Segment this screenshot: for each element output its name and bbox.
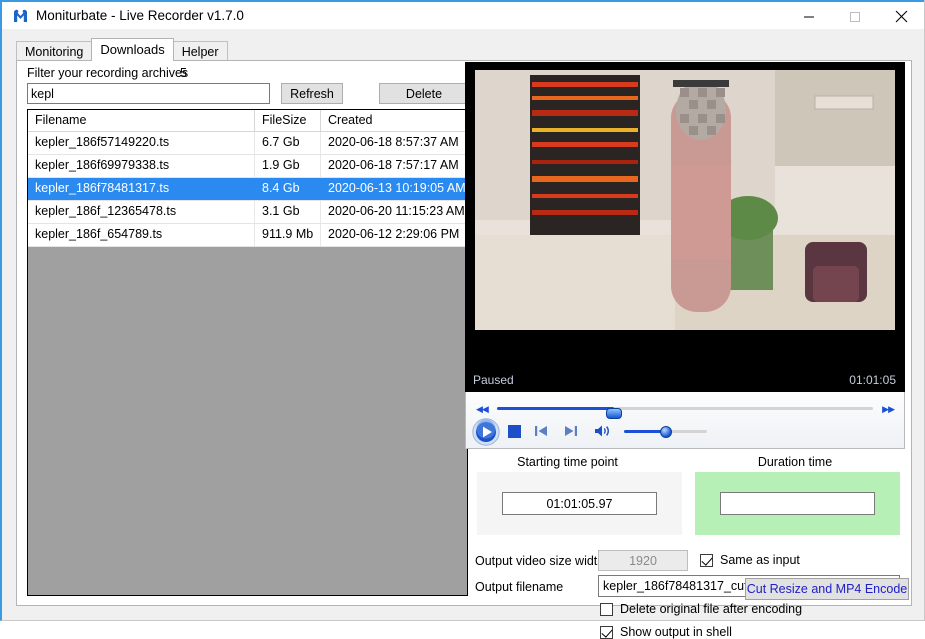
cell-created: 2020-06-18 8:57:37 AM <box>321 132 466 154</box>
volume-thumb[interactable] <box>659 426 672 438</box>
cell-created: 2020-06-12 2:29:06 PM <box>321 224 466 246</box>
same-as-input-label: Same as input <box>720 553 800 567</box>
encode-button[interactable]: Cut Resize and MP4 Encode <box>745 578 909 600</box>
video-status-bar: Paused 01:01:05 <box>465 370 905 392</box>
table-row[interactable]: kepler_186f69979338.ts 1.9 Gb 2020-06-18… <box>28 155 467 178</box>
filter-input[interactable] <box>27 83 270 104</box>
cell-filename: kepler_186f69979338.ts <box>28 155 255 177</box>
close-button[interactable] <box>878 2 924 31</box>
table-row[interactable]: kepler_186f_12365478.ts 3.1 Gb 2020-06-2… <box>28 201 467 224</box>
cell-filename: kepler_186f_654789.ts <box>28 224 255 246</box>
delete-original-label: Delete original file after encoding <box>620 602 803 616</box>
cell-filesize: 6.7 Gb <box>255 132 321 154</box>
seek-row: ◀◀ ▶▶ <box>466 400 904 419</box>
output-width-label: Output video size width <box>475 554 605 568</box>
application-window: Moniturbate - Live Recorder v1.7.0 Monit… <box>0 0 925 639</box>
transport-buttons <box>466 418 904 446</box>
rewind-icon[interactable]: ◀◀ <box>476 404 489 415</box>
cell-filesize: 911.9 Mb <box>255 224 321 246</box>
table-row[interactable]: kepler_186f57149220.ts 6.7 Gb 2020-06-18… <box>28 132 467 155</box>
checkbox-box <box>700 553 713 567</box>
table-row-selected[interactable]: kepler_186f78481317.ts 8.4 Gb 2020-06-13… <box>28 178 467 201</box>
video-frame-placeholder <box>475 70 895 330</box>
output-width-input[interactable] <box>598 550 688 571</box>
tab-strip: Monitoring Downloads Helper <box>16 38 228 61</box>
table-row[interactable]: kepler_186f_654789.ts 911.9 Mb 2020-06-1… <box>28 224 467 247</box>
window-title: Moniturbate - Live Recorder v1.7.0 <box>36 8 244 23</box>
downloads-tab-page: Filter your recording archives 5 Refresh… <box>16 60 912 639</box>
cell-created: 2020-06-20 11:15:23 AM <box>321 201 466 223</box>
play-icon[interactable] <box>472 418 500 446</box>
tab-monitoring[interactable]: Monitoring <box>16 41 93 61</box>
window-controls <box>786 2 924 31</box>
seek-progress <box>497 407 614 410</box>
starting-time-panel <box>477 472 682 535</box>
cell-filename: kepler_186f78481317.ts <box>28 178 255 200</box>
cell-filename: kepler_186f_12365478.ts <box>28 201 255 223</box>
volume-slider[interactable] <box>624 426 707 438</box>
app-logo-icon <box>12 8 29 25</box>
table-header-row: Filename FileSize Created <box>28 110 467 132</box>
show-shell-label: Show output in shell <box>620 625 732 639</box>
maximize-button[interactable] <box>832 2 878 31</box>
cell-filesize: 3.1 Gb <box>255 201 321 223</box>
video-preview[interactable]: Paused 01:01:05 <box>465 62 905 392</box>
playback-status: Paused <box>473 373 514 387</box>
column-header-filesize[interactable]: FileSize <box>255 110 321 131</box>
checkbox-box <box>600 625 613 639</box>
column-header-filename[interactable]: Filename <box>28 110 255 131</box>
player-controls: ◀◀ ▶▶ <box>465 392 905 449</box>
recordings-table[interactable]: Filename FileSize Created kepler_186f571… <box>27 109 468 596</box>
output-filename-label: Output filename <box>475 580 564 594</box>
fast-forward-icon[interactable]: ▶▶ <box>882 404 895 415</box>
column-header-created[interactable]: Created <box>321 110 466 131</box>
duration-time-panel <box>695 472 900 535</box>
volume-icon[interactable] <box>594 424 612 441</box>
filter-result-count: 5 <box>180 66 187 80</box>
next-icon[interactable] <box>564 424 578 441</box>
delete-button[interactable]: Delete <box>379 83 469 104</box>
cell-created: 2020-06-13 10:19:05 AM <box>321 178 466 200</box>
playback-timestamp: 01:01:05 <box>849 373 896 387</box>
title-bar: Moniturbate - Live Recorder v1.7.0 <box>2 0 924 29</box>
previous-icon[interactable] <box>534 424 548 441</box>
refresh-button[interactable]: Refresh <box>281 83 343 104</box>
starting-time-input[interactable] <box>502 492 657 515</box>
duration-time-label: Duration time <box>757 455 833 469</box>
cell-filesize: 8.4 Gb <box>255 178 321 200</box>
same-as-input-checkbox[interactable]: Same as input <box>700 553 800 567</box>
seek-slider[interactable] <box>497 407 873 419</box>
cell-filesize: 1.9 Gb <box>255 155 321 177</box>
tab-helper[interactable]: Helper <box>172 41 228 61</box>
cell-created: 2020-06-18 7:57:17 AM <box>321 155 466 177</box>
starting-time-label: Starting time point <box>517 455 618 469</box>
checkbox-box <box>600 602 613 616</box>
stop-icon[interactable] <box>508 425 521 438</box>
delete-original-checkbox[interactable]: Delete original file after encoding <box>600 602 802 616</box>
duration-time-input[interactable] <box>720 492 875 515</box>
show-shell-checkbox[interactable]: Show output in shell <box>600 625 732 639</box>
minimize-button[interactable] <box>786 2 832 31</box>
filter-label: Filter your recording archives <box>27 66 189 80</box>
tab-downloads[interactable]: Downloads <box>91 38 174 61</box>
cell-filename: kepler_186f57149220.ts <box>28 132 255 154</box>
